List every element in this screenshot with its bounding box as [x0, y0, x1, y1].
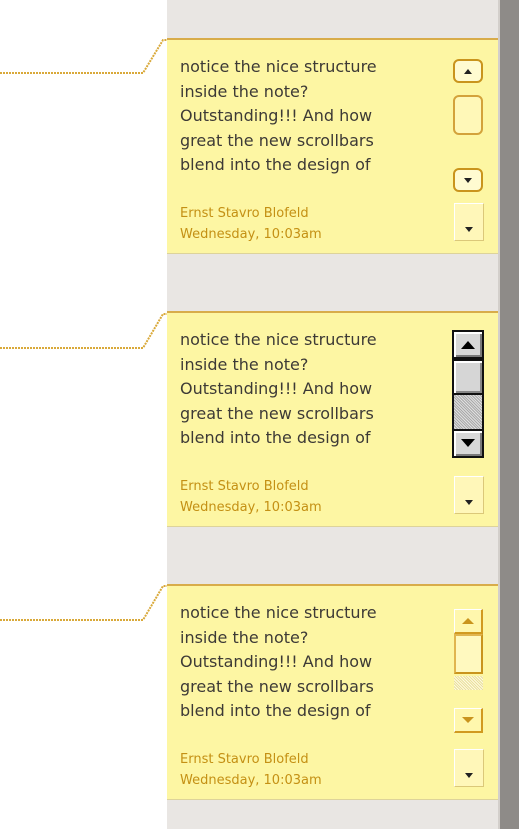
- scroll-up-button[interactable]: [453, 59, 483, 83]
- triangle-up-icon: [464, 69, 472, 74]
- comment-note[interactable]: notice the nice structure inside the not…: [167, 38, 498, 254]
- note-scrollbar[interactable]: [451, 327, 485, 461]
- note-text: notice the nice structure inside the not…: [180, 601, 442, 724]
- scrollbar-track[interactable]: [454, 634, 483, 708]
- note-scrollbar[interactable]: [451, 600, 485, 734]
- note-date: Wednesday, 10:03am: [180, 773, 322, 788]
- note-scrollbar[interactable]: [451, 54, 485, 192]
- note-author: Ernst Stavro Blofeld: [180, 479, 309, 494]
- comment-note[interactable]: notice the nice structure inside the not…: [167, 584, 498, 800]
- scroll-down-button[interactable]: [452, 429, 484, 458]
- scroll-up-button[interactable]: [454, 609, 483, 634]
- triangle-down-icon: [465, 773, 473, 778]
- scrollbar-thumb[interactable]: [454, 634, 483, 674]
- triangle-down-icon: [465, 227, 473, 232]
- note-text-line: inside the note?: [180, 627, 309, 647]
- comment-note[interactable]: notice the nice structure inside the not…: [167, 311, 498, 527]
- note-text: notice the nice structure inside the not…: [180, 55, 442, 178]
- note-text-line: notice the nice structure: [180, 330, 377, 349]
- note-text-line: Outstanding!!! And how: [180, 652, 373, 672]
- scrollbar-track[interactable]: [452, 359, 484, 429]
- note-text-line: Outstanding!!! And how: [180, 106, 373, 126]
- triangle-down-icon: [464, 178, 472, 183]
- scroll-down-button[interactable]: [453, 168, 483, 192]
- note-author: Ernst Stavro Blofeld: [180, 206, 309, 221]
- comment-anchor-line: [0, 585, 170, 621]
- triangle-up-icon: [461, 341, 475, 349]
- note-date: Wednesday, 10:03am: [180, 227, 322, 242]
- note-text-line: inside the note?: [180, 81, 309, 101]
- triangle-up-icon: [462, 618, 474, 624]
- note-text-line: inside the note?: [180, 354, 309, 374]
- scrollbar-thumb[interactable]: [453, 95, 483, 135]
- note-text-line: notice the nice structure: [180, 57, 377, 76]
- note-text-line: great the new scrollbars: [180, 403, 374, 423]
- note-text-line: blend into the design of: [180, 155, 371, 175]
- scrollbar-track[interactable]: [453, 83, 483, 168]
- scrollbar-thumb[interactable]: [452, 359, 484, 395]
- note-text-line: great the new scrollbars: [180, 130, 374, 150]
- note-text-line: blend into the design of: [180, 428, 371, 448]
- scrollbar-track-texture: [454, 676, 483, 690]
- note-text-line: great the new scrollbars: [180, 676, 374, 696]
- scroll-up-button[interactable]: [452, 330, 484, 359]
- triangle-down-icon: [461, 439, 475, 447]
- note-date: Wednesday, 10:03am: [180, 500, 322, 515]
- note-text-line: notice the nice structure: [180, 603, 377, 622]
- note-text: notice the nice structure inside the not…: [180, 328, 442, 451]
- note-menu-button[interactable]: [454, 203, 484, 241]
- scroll-down-button[interactable]: [454, 708, 483, 733]
- note-menu-button[interactable]: [454, 476, 484, 514]
- note-author: Ernst Stavro Blofeld: [180, 752, 309, 767]
- note-menu-button[interactable]: [454, 749, 484, 787]
- note-text-line: Outstanding!!! And how: [180, 379, 373, 399]
- triangle-down-icon: [465, 500, 473, 505]
- comment-anchor-line: [0, 313, 170, 349]
- window-scrollbar-edge: [500, 0, 519, 829]
- comment-anchor-line: [0, 39, 170, 74]
- note-text-line: blend into the design of: [180, 701, 371, 721]
- triangle-down-icon: [462, 717, 474, 723]
